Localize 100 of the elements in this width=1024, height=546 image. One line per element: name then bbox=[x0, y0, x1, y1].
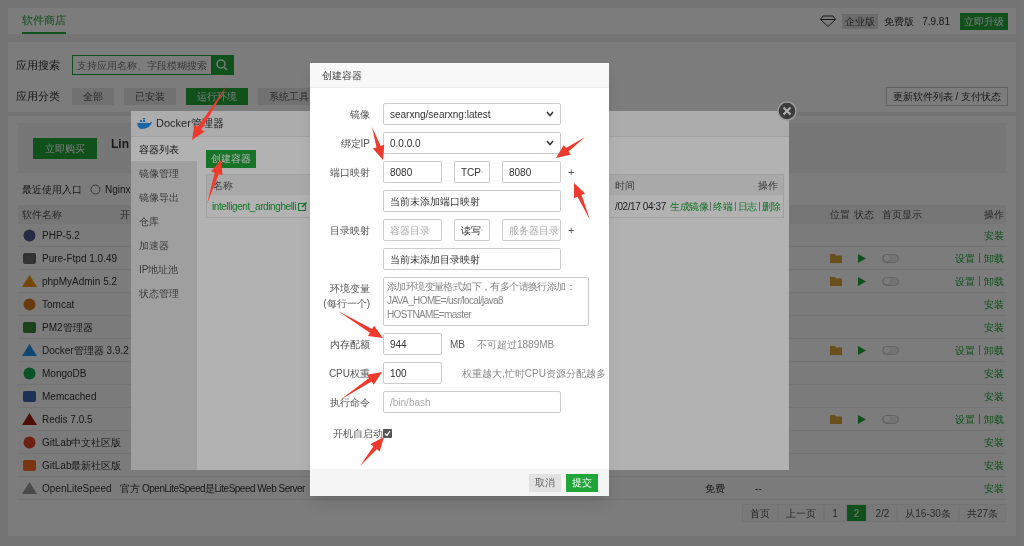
column-header: 时间 bbox=[615, 178, 636, 193]
plan-text: 免费版 bbox=[884, 14, 915, 29]
action-link[interactable]: 日志 bbox=[737, 198, 757, 214]
page-button[interactable]: 2 bbox=[845, 504, 868, 522]
page-button[interactable]: 从16-30条 bbox=[897, 504, 959, 522]
action-link[interactable]: 卸载 bbox=[984, 342, 1004, 358]
software-name: MongoDB bbox=[42, 366, 87, 381]
software-name: phpMyAdmin 5.2 bbox=[42, 274, 118, 289]
memory-field[interactable]: 944 bbox=[383, 333, 442, 355]
app-icon bbox=[22, 274, 37, 288]
play-icon[interactable] bbox=[858, 253, 866, 263]
edition-badge: 企业版 bbox=[842, 13, 879, 29]
folder-icon[interactable] bbox=[830, 253, 842, 263]
software-name: Memcached bbox=[42, 389, 97, 404]
software-name: Pure-Ftpd 1.0.49 bbox=[42, 251, 118, 266]
toggle-switch[interactable] bbox=[882, 253, 899, 263]
add-dir-button[interactable]: + bbox=[568, 221, 575, 239]
submit-button[interactable]: 提交 bbox=[566, 473, 598, 492]
category-button[interactable]: 已安装 bbox=[124, 88, 176, 105]
column-header: 操作 bbox=[984, 208, 1005, 222]
app-icon bbox=[22, 320, 37, 334]
dir-list-field[interactable]: 当前未添加目录映射 bbox=[383, 248, 561, 270]
toggle-switch[interactable] bbox=[882, 414, 899, 424]
action-link[interactable]: 安装 bbox=[984, 388, 1004, 404]
ip-select[interactable]: 0.0.0.0 bbox=[383, 132, 561, 154]
sidebar-item[interactable]: 容器列表 bbox=[131, 137, 197, 161]
action-link[interactable]: 卸载 bbox=[984, 411, 1004, 427]
dialog-title: 创建容器 bbox=[322, 68, 362, 83]
mode-select[interactable]: 读写 bbox=[454, 219, 490, 241]
folder-icon[interactable] bbox=[830, 276, 842, 286]
host-dir-field[interactable]: 服务器目录 bbox=[502, 219, 561, 241]
cpu-weight-field[interactable]: 100 bbox=[383, 362, 442, 384]
description-cell: OpenLiteSpeed是LiteSpeed Web Server bbox=[142, 482, 305, 494]
env-textarea[interactable]: 添加环境变量格式如下，有多个请换行添加： JAVA_HOME=/usr/local/java8 HOSTNAME=master bbox=[383, 277, 589, 326]
container-dir-field[interactable]: 容器目录 bbox=[383, 219, 442, 241]
upgrade-button[interactable]: 立即升级 bbox=[960, 12, 1008, 30]
page-button[interactable]: 2/2 bbox=[867, 504, 898, 522]
autostart-checkbox[interactable] bbox=[383, 429, 392, 438]
action-link[interactable]: 设置 bbox=[955, 342, 975, 358]
add-port-button[interactable]: + bbox=[568, 163, 575, 181]
close-icon[interactable] bbox=[777, 101, 797, 121]
edit-icon[interactable] bbox=[298, 201, 308, 211]
command-field[interactable]: /bin/bash bbox=[383, 391, 561, 413]
action-link[interactable]: 终端 bbox=[713, 198, 733, 214]
field-label: CPU权重 bbox=[328, 367, 370, 381]
software-name: PHP-5.2 bbox=[42, 228, 80, 243]
buy-button[interactable]: 立即购买 bbox=[33, 137, 97, 159]
host-port-field[interactable]: 8080 bbox=[502, 161, 561, 183]
hint-text: 不可超过1889MB bbox=[477, 337, 555, 352]
unit-text: MB bbox=[450, 337, 465, 352]
action-link[interactable]: 安装 bbox=[984, 480, 1004, 496]
action-link[interactable]: 安装 bbox=[984, 365, 1004, 381]
app-icon bbox=[22, 435, 37, 449]
action-link[interactable]: 设置 bbox=[955, 250, 975, 266]
action-link[interactable]: 删除 bbox=[761, 198, 781, 214]
app-icon bbox=[22, 228, 37, 242]
action-link[interactable]: 设置 bbox=[955, 273, 975, 289]
action-link[interactable]: 安装 bbox=[984, 434, 1004, 450]
search-icon[interactable] bbox=[211, 56, 233, 74]
create-container-button[interactable]: 创建容器 bbox=[206, 149, 256, 168]
image-select[interactable]: searxng/searxng:latest bbox=[383, 103, 561, 125]
software-name: GitLab中文社区版 bbox=[42, 435, 122, 450]
action-link[interactable]: 安装 bbox=[984, 319, 1004, 335]
play-icon[interactable] bbox=[858, 345, 866, 355]
folder-icon[interactable] bbox=[830, 414, 842, 424]
action-link[interactable]: 安装 bbox=[984, 227, 1004, 243]
field-sublabel: (每行一个) bbox=[323, 297, 370, 311]
category-button[interactable]: 全部 bbox=[72, 88, 114, 105]
action-link[interactable]: 卸载 bbox=[984, 250, 1004, 266]
action-link[interactable]: 生成镜像 bbox=[670, 198, 709, 214]
refresh-list-button[interactable]: 更新软件列表 / 支付状态 bbox=[885, 87, 1008, 106]
annotation-arrow bbox=[372, 127, 385, 160]
field-label: 内存配额 bbox=[330, 338, 370, 352]
play-icon[interactable] bbox=[858, 276, 866, 286]
port-list-field[interactable]: 当前未添加端口映射 bbox=[383, 190, 561, 212]
container-port-field[interactable]: 8080 bbox=[383, 161, 442, 183]
column-header: 位置 bbox=[830, 208, 851, 222]
column-header: 开 bbox=[120, 208, 130, 222]
action-link[interactable]: 安装 bbox=[984, 296, 1004, 312]
protocol-select[interactable]: TCP bbox=[454, 161, 490, 183]
toggle-switch[interactable] bbox=[882, 276, 899, 286]
action-link[interactable]: 卸载 bbox=[984, 273, 1004, 289]
folder-icon[interactable] bbox=[830, 345, 842, 355]
app-icon bbox=[22, 343, 37, 357]
page-button[interactable]: 1 bbox=[824, 504, 846, 522]
software-name: OpenLiteSpeed bbox=[42, 481, 112, 496]
cancel-button[interactable]: 取消 bbox=[529, 473, 561, 492]
recent-link[interactable]: Nginx bbox=[105, 181, 131, 197]
field-label: 开机自启动 bbox=[332, 427, 383, 441]
action-link[interactable]: 设置 bbox=[955, 411, 975, 427]
play-icon[interactable] bbox=[858, 414, 866, 424]
toggle-switch[interactable] bbox=[882, 345, 899, 355]
page-button[interactable]: 首页 bbox=[742, 504, 779, 522]
software-name: Redis 7.0.5 bbox=[42, 412, 93, 427]
promo-title: Lin bbox=[111, 136, 129, 153]
category-label: 应用分类 bbox=[16, 89, 61, 105]
page-button[interactable]: 共27条 bbox=[958, 504, 1006, 522]
container-name[interactable]: intelligent_ardinghelli bbox=[212, 198, 297, 214]
store-tab[interactable]: 软件商店 bbox=[22, 8, 66, 34]
action-link[interactable]: 安装 bbox=[984, 457, 1004, 473]
